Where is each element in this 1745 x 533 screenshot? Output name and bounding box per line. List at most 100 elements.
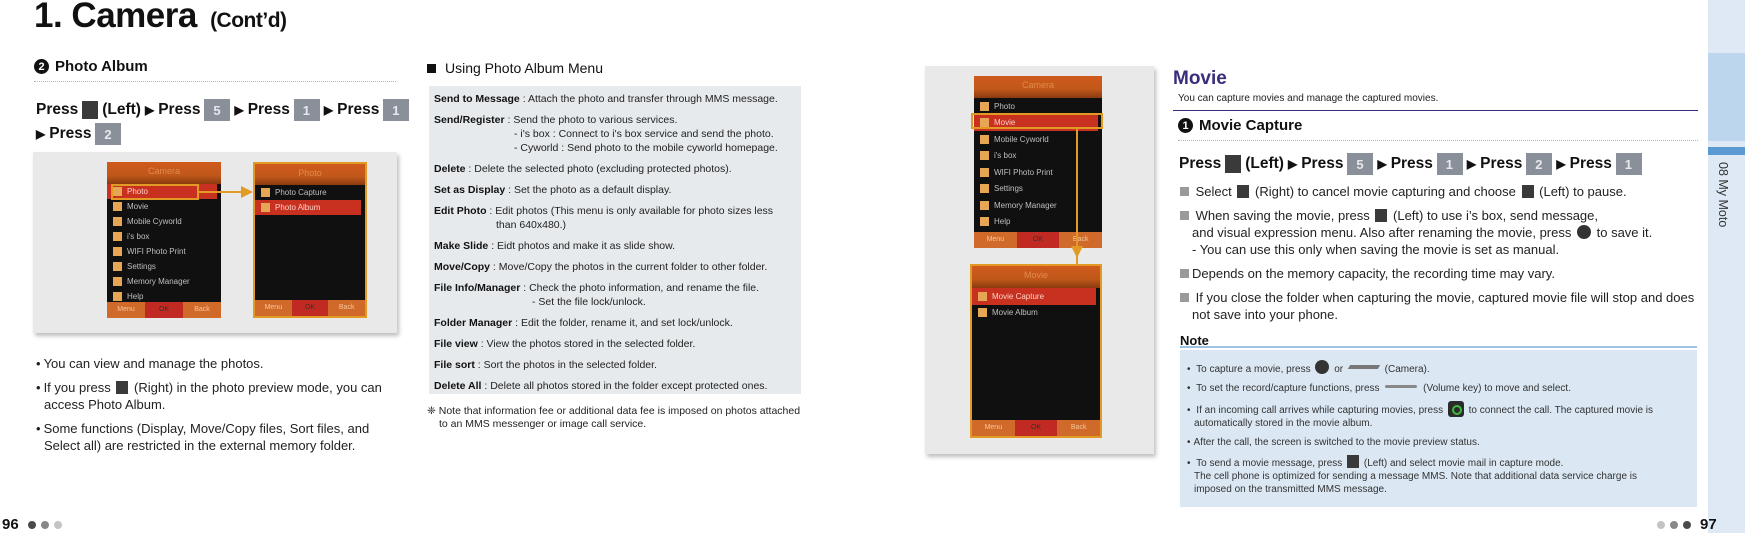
volume-key-icon (1385, 385, 1418, 388)
press-text: Press (337, 101, 380, 118)
title-text: 1. Camera (34, 0, 197, 35)
note-text: If you close the folder when capturing t… (1195, 290, 1695, 305)
note-text: (Left) and select movie mail in capture … (1363, 458, 1564, 469)
menu-term: Edit Photo (434, 205, 487, 217)
softkey-bar: Menu OK Back (255, 300, 365, 316)
footnote-text: Note that information fee or additional … (438, 405, 801, 417)
menu-desc: : Check the photo information, and renam… (520, 282, 760, 294)
note-item: To capture a movie, press or (Camera). (1186, 360, 1697, 376)
bullet-text: If you press (43, 380, 111, 395)
left-softkey-icon (82, 101, 99, 119)
note-text: If an incoming call arrives while captur… (1196, 405, 1444, 416)
note-text: Depends on the memory capacity, the reco… (1192, 266, 1555, 281)
movie-screens-panel: Camera Photo Movie Mobile Cyworld i's bo… (925, 66, 1154, 454)
note-text: - You can use this only when saving the … (1192, 242, 1560, 257)
note-item: Depends on the memory capacity, the reco… (1180, 265, 1700, 282)
step-number-icon: 2 (34, 59, 49, 74)
heading-text: Movie Capture (1199, 117, 1303, 134)
page-title: 1. Camera (Cont’d) (34, 0, 287, 36)
bullet-item: Some functions (Display, Move/Copy files… (34, 420, 394, 454)
menu-term: File sort (434, 359, 475, 371)
menu-description: Move/Copy : Move/Copy the photos in the … (434, 260, 801, 274)
bullet-text: Some functions (Display, Move/Copy files… (43, 421, 370, 453)
menu-description: Make Slide : Eidt photos and make it as … (434, 239, 801, 253)
menu-desc-sub: than 640x480.) (496, 219, 567, 231)
screen-title: Camera (974, 76, 1102, 98)
note-box: To capture a movie, press or (Camera). T… (1180, 350, 1697, 507)
note-text: to connect the call. The captured movie … (1468, 405, 1654, 416)
folder-icon (978, 291, 987, 301)
right-softkey-icon (1237, 185, 1250, 198)
menu-item-label: Mobile Cyworld (994, 134, 1049, 144)
menu-item-label: Help (994, 217, 1011, 227)
note-text: The cell phone is optimized for sending … (1194, 471, 1638, 482)
save-ok-key-icon (1577, 225, 1591, 239)
menu-item-label: WIFI Photo Print (994, 167, 1053, 177)
movie-menu-screen: Movie Movie Capture Movie Album Menu OK Ba… (970, 264, 1102, 438)
menu-description: File Info/Manager : Check the photo info… (434, 281, 801, 309)
folder-icon (980, 167, 989, 177)
menu-item: Settings (107, 259, 221, 274)
press-text: Press (247, 101, 290, 118)
menu-item: Mobile Cyworld (974, 131, 1102, 148)
press-text: Press (1390, 155, 1433, 172)
arrow-right-icon: ▶ (36, 127, 46, 141)
press-text: Press (158, 101, 201, 118)
menu-description: File view : View the photos stored in th… (434, 337, 801, 351)
page-number: 97 (1700, 516, 1717, 533)
right-softkey-icon (116, 381, 129, 394)
movie-subtitle: You can capture movies and manage the ca… (1178, 93, 1439, 104)
press-text: Press (49, 125, 92, 142)
menu-description: Set as Display : Set the photo as a defa… (434, 183, 801, 197)
folder-icon (980, 101, 989, 111)
menu-term: File view (434, 338, 478, 350)
photo-album-screens-panel: Camera Photo Movie Mobile Cyworld i's bo… (33, 152, 397, 333)
note-text: to save it. (1596, 225, 1653, 240)
softkey-label: Menu (117, 306, 135, 313)
arrow-right-icon: ▶ (1287, 157, 1298, 171)
page-number-right: 97 (1657, 516, 1717, 533)
arrow-right-icon: ▶ (144, 103, 155, 117)
camera-menu-screen: Camera Photo Movie Mobile Cyworld i's bo… (974, 76, 1102, 248)
arrow-right-icon: ▶ (1556, 157, 1566, 171)
left-softkey-icon (1225, 155, 1242, 173)
key-2-icon: 2 (95, 123, 122, 145)
page-number: 96 (2, 516, 19, 533)
press-text: Press (1301, 155, 1344, 172)
softkey-label: OK (1014, 420, 1058, 436)
left-label: (Left) (1245, 155, 1284, 172)
press-text: Press (1480, 155, 1523, 172)
arrow-head-icon (241, 186, 253, 198)
folder-icon (113, 291, 122, 301)
menu-footnote: ❈ Note that information fee or additiona… (427, 405, 800, 431)
note-text: (Volume key) to move and select. (1423, 383, 1571, 394)
folder-icon (113, 216, 122, 226)
tab-marker (1708, 147, 1745, 155)
softkey-label: Back (194, 306, 210, 313)
menu-desc: : Sort the photos in the selected folder… (474, 359, 657, 371)
menu-desc: : Send the photo to various services. (504, 114, 678, 126)
movie-capture-heading: 1 Movie Capture (1178, 117, 1698, 141)
movie-capture-notes: Select (Right) to cancel movie capturing… (1180, 183, 1700, 330)
bullet-item: You can view and manage the photos. (34, 355, 394, 372)
folder-icon (113, 276, 122, 286)
menu-item-label: WIFI Photo Print (127, 246, 186, 256)
menu-item: WIFI Photo Print (974, 164, 1102, 181)
chapter-side-tab: 08 My Moto (1708, 0, 1745, 533)
menu-item: Movie Capture (972, 288, 1096, 305)
menu-item-label: Movie Album (992, 308, 1038, 318)
folder-icon (980, 134, 989, 144)
left-softkey-icon (1521, 185, 1534, 198)
menu-item-label: Mobile Cyworld (127, 216, 182, 226)
screen-title: Movie (972, 266, 1100, 288)
menu-description: Folder Manager : Edit the folder, rename… (434, 316, 801, 330)
square-bullet-icon (427, 63, 436, 73)
press-text: Press (1569, 155, 1612, 172)
left-softkey-icon (1375, 209, 1388, 222)
menu-desc-sub: - i's box : Connect to i's box service a… (514, 128, 774, 140)
page-dot-icon (40, 520, 49, 529)
arrow-right-icon: ▶ (1466, 157, 1477, 171)
menu-description: File sort : Sort the photos in the selec… (434, 358, 801, 372)
key-1-icon: 1 (383, 99, 410, 121)
connector-arrow (199, 191, 243, 193)
